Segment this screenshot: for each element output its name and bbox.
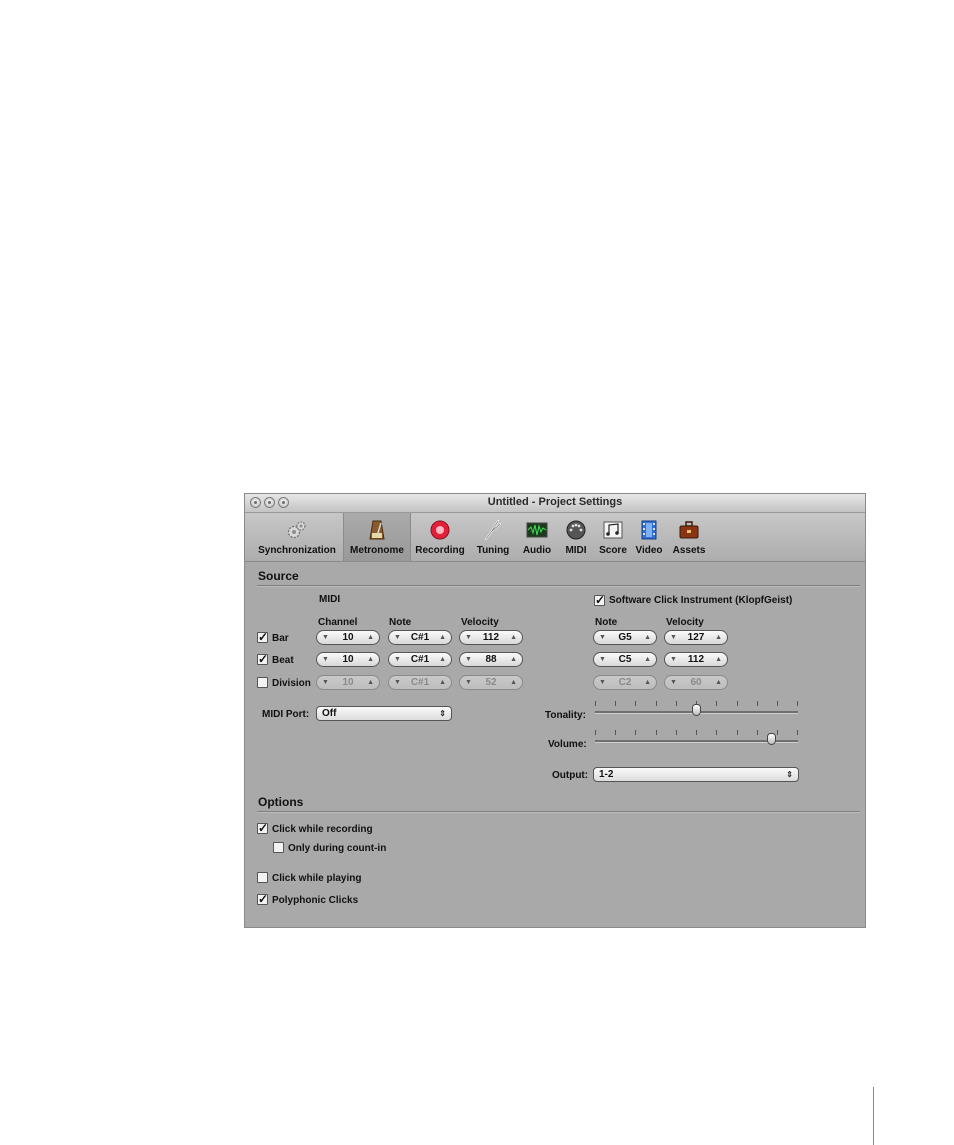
settings-toolbar: Synchronization Metronome Recording Tuni… [245,513,865,562]
note-header: Note [389,617,412,628]
midi-port-icon [566,520,586,540]
title-bar[interactable]: Untitled - Project Settings [245,494,865,513]
bar-note-stepper[interactable]: ▼ C#1 ▲ [388,630,452,645]
polyphonic-clicks-label: Polyphonic Clicks [272,895,359,906]
tab-recording[interactable]: Recording [413,513,467,561]
page-margin-rule [873,1087,874,1145]
midi-port-label: MIDI Port: [262,709,310,720]
sw-velocity-header: Velocity [666,617,704,628]
click-while-playing-checkbox[interactable] [257,872,268,883]
division-sw-note-stepper[interactable]: ▼ C2 ▲ [593,675,657,690]
tonality-slider[interactable] [595,701,798,716]
window-title: Untitled - Project Settings [487,496,623,508]
beat-note-stepper[interactable]: ▼ C#1 ▲ [388,652,452,667]
tab-synchronization[interactable]: Synchronization [254,513,340,561]
division-note-stepper[interactable]: ▼ C#1 ▲ [388,675,452,690]
tab-assets[interactable]: Assets [669,513,709,561]
notes-icon [603,521,623,539]
bar-channel-stepper[interactable]: ▼ 10 ▲ [316,630,380,645]
click-while-playing-label: Click while playing [272,873,362,884]
bar-checkbox[interactable]: ✓ [257,631,268,643]
tab-video[interactable]: Video [632,513,666,561]
source-heading: Source [258,569,299,583]
source-divider [257,585,860,586]
bar-sw-velocity-stepper[interactable]: ▼ 127 ▲ [664,630,728,645]
tuning-fork-icon [485,520,501,540]
volume-slider-thumb[interactable] [767,733,777,745]
sw-note-header: Note [595,617,618,628]
metronome-icon [369,520,385,540]
division-channel-stepper[interactable]: ▼ 10 ▲ [316,675,380,690]
only-during-count-in-label: Only during count-in [288,843,387,854]
polyphonic-clicks-checkbox[interactable]: ✓ [257,893,268,905]
tab-audio[interactable]: Audio [517,513,557,561]
software-click-label: Software Click Instrument (KlopfGeist) [609,595,793,606]
briefcase-icon [679,521,699,539]
beat-sw-note-stepper[interactable]: ▼ C5 ▲ [593,652,657,667]
software-click-checkbox[interactable]: ✓ [594,594,605,606]
midi-label: MIDI [319,594,341,605]
bar-velocity-stepper[interactable]: ▼ 112 ▲ [459,630,523,645]
click-while-recording-label: Click while recording [272,824,373,835]
division-velocity-stepper[interactable]: ▼ 52 ▲ [459,675,523,690]
channel-header: Channel [318,617,358,628]
bar-sw-note-stepper[interactable]: ▼ G5 ▲ [593,630,657,645]
division-label: Division [272,678,311,689]
tab-score[interactable]: Score [594,513,632,561]
division-checkbox[interactable] [257,677,268,688]
project-settings-window: Untitled - Project Settings Synchronizat… [244,493,866,928]
options-heading: Options [258,795,304,809]
beat-checkbox[interactable]: ✓ [257,653,268,665]
output-label: Output: [552,770,589,781]
tab-tuning[interactable]: Tuning [471,513,515,561]
options-divider [257,811,860,812]
velocity-header: Velocity [461,617,499,628]
tonality-slider-thumb[interactable] [692,704,701,716]
gears-icon [287,521,306,539]
beat-velocity-stepper[interactable]: ▼ 88 ▲ [459,652,523,667]
waveform-icon [526,522,548,538]
tonality-label: Tonality: [545,710,586,721]
beat-label: Beat [272,655,294,666]
volume-label: Volume: [548,739,587,750]
division-sw-velocity-stepper[interactable]: ▼ 60 ▲ [664,675,728,690]
tab-metronome[interactable]: Metronome [343,513,411,561]
tab-midi[interactable]: MIDI [558,513,594,561]
record-icon [430,520,450,540]
volume-slider[interactable] [595,730,798,745]
midi-port-popup[interactable]: Off ⇕ [316,706,452,721]
beat-sw-velocity-stepper[interactable]: ▼ 112 ▲ [664,652,728,667]
bar-label: Bar [272,633,289,644]
click-while-recording-checkbox[interactable]: ✓ [257,822,268,834]
output-popup[interactable]: 1-2 ⇕ [593,767,799,782]
beat-channel-stepper[interactable]: ▼ 10 ▲ [316,652,380,667]
only-during-count-in-checkbox[interactable] [273,842,284,853]
filmstrip-icon [641,520,657,540]
